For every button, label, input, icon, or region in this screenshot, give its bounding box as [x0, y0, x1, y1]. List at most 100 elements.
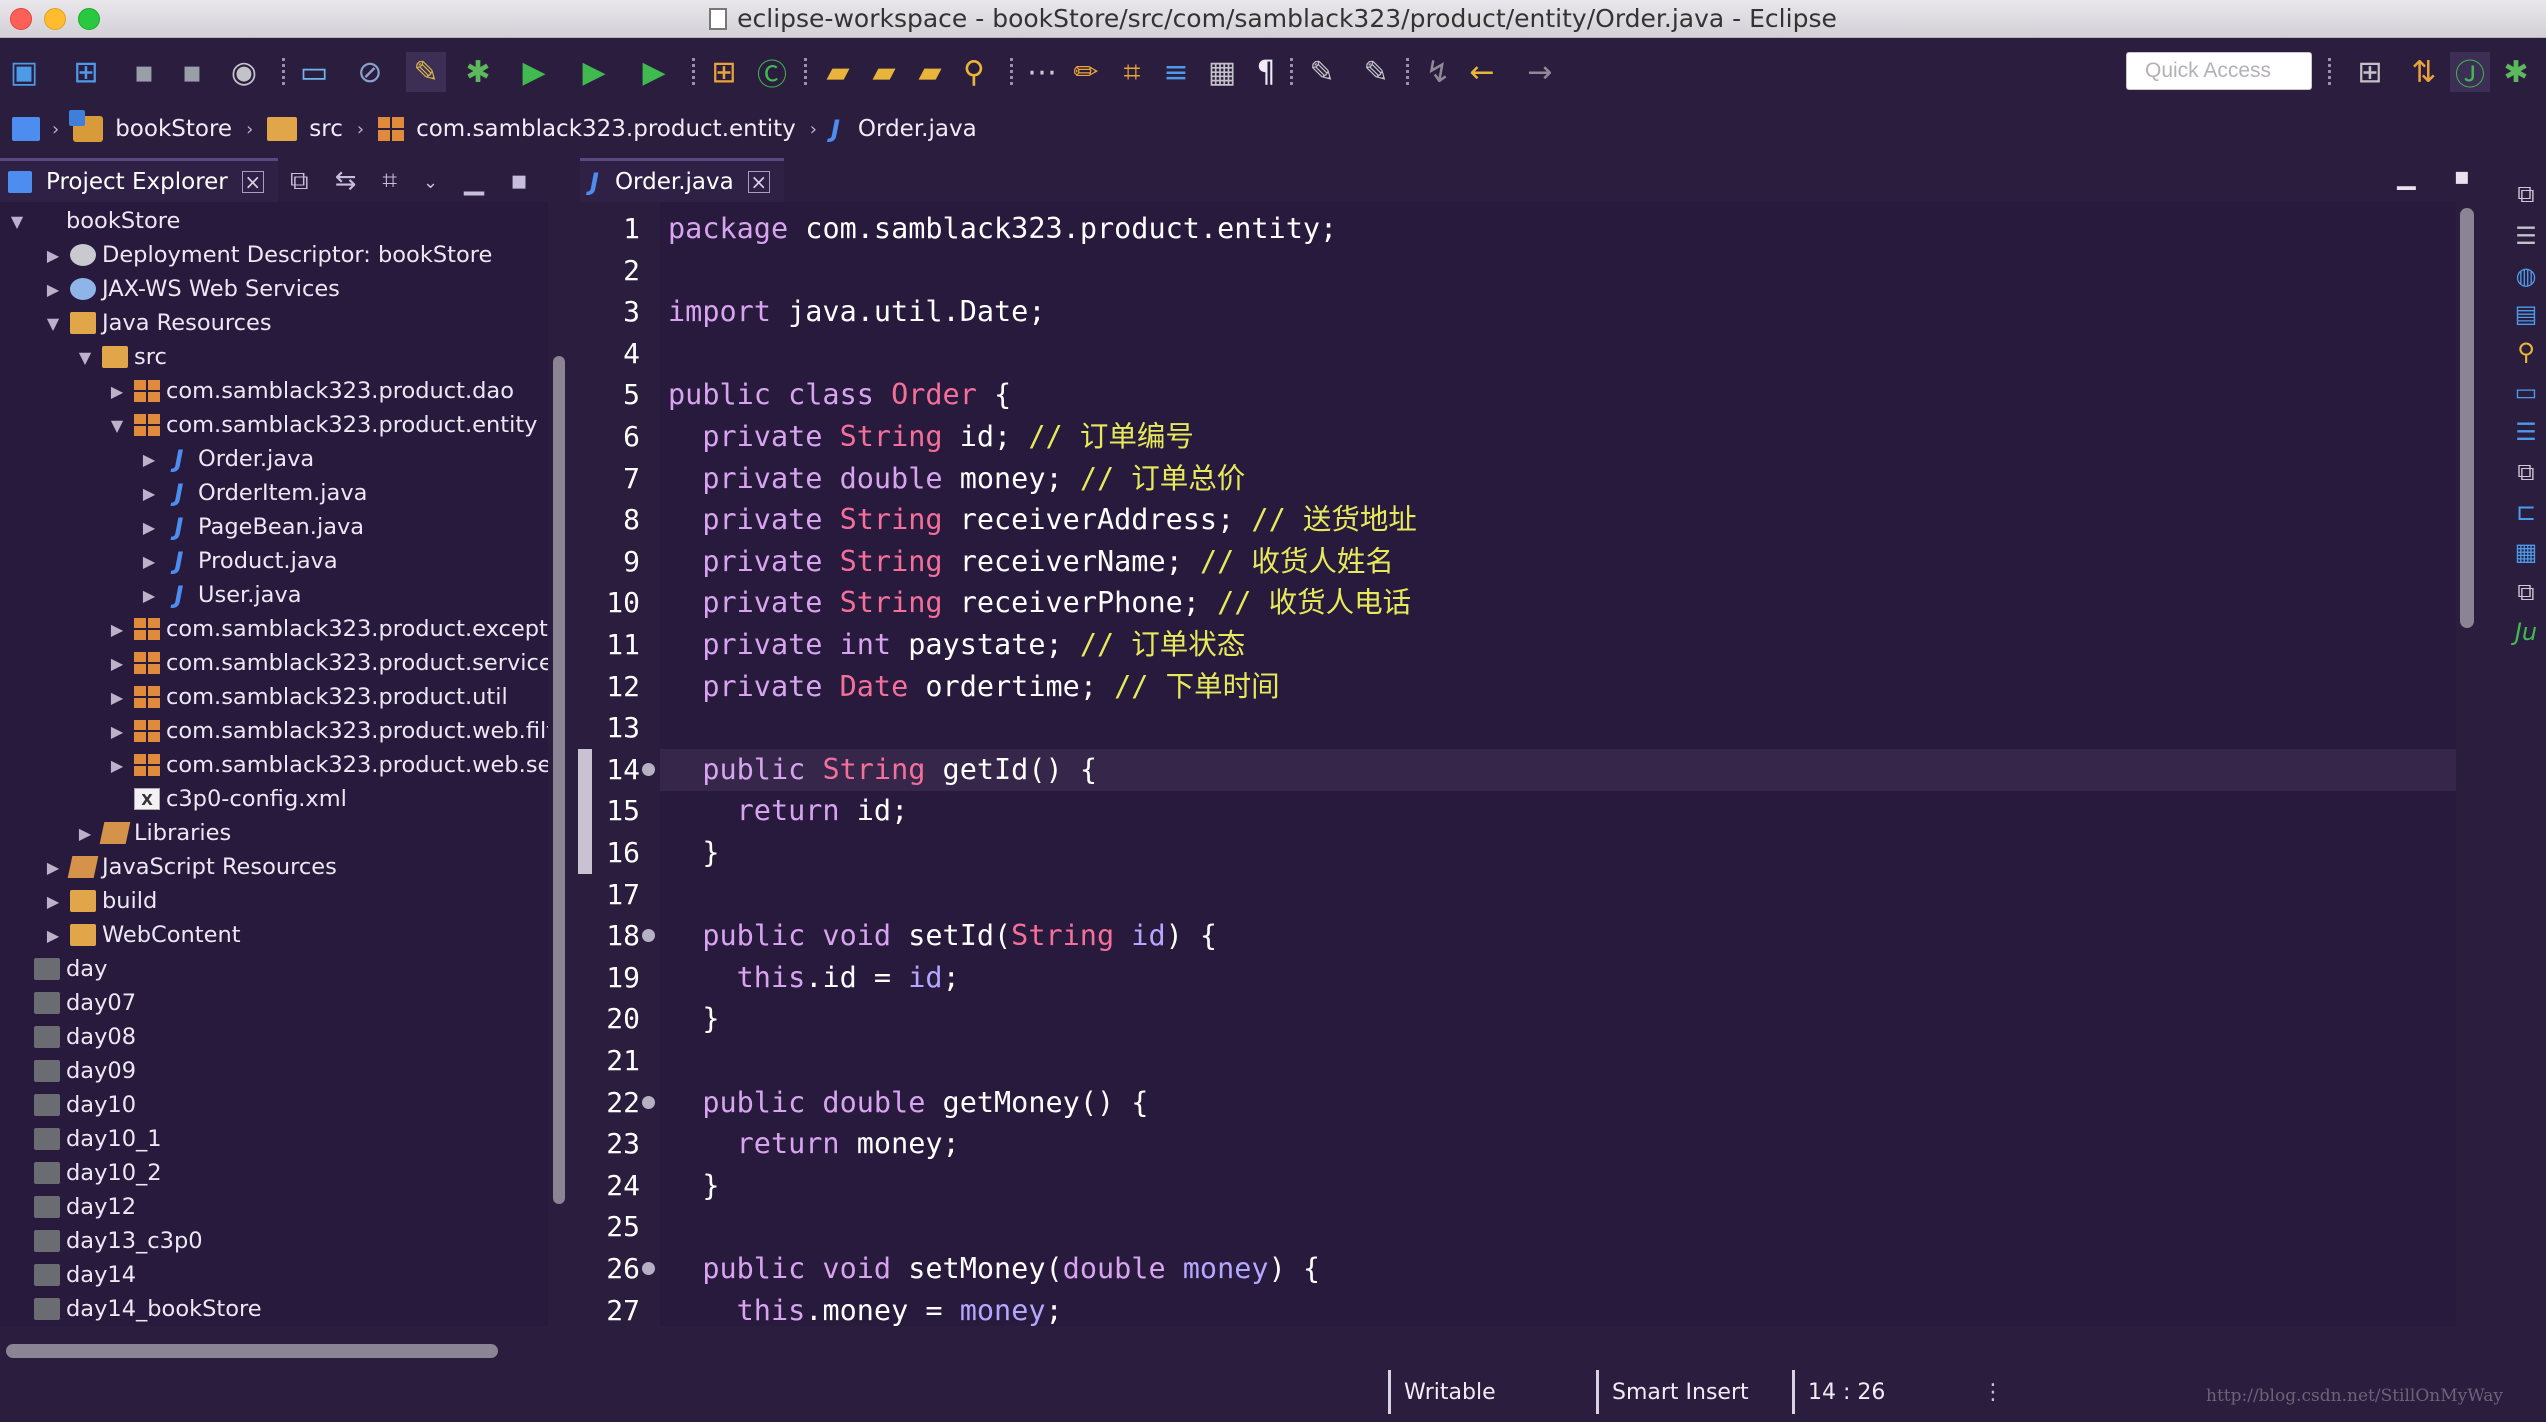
collapsed-arrow-icon[interactable]: ▶ [108, 688, 126, 707]
status-menu-icon[interactable]: ⋮ [1982, 1378, 2004, 1408]
collapsed-arrow-icon[interactable]: ▶ [140, 484, 158, 503]
show-whitespace-icon[interactable]: ¶ [1246, 52, 1286, 92]
tree-item[interactable]: ▶ build [44, 884, 157, 918]
expanded-arrow-icon[interactable]: ▼ [108, 416, 126, 435]
code-line[interactable]: public String getId() { [660, 748, 2456, 791]
code-line[interactable]: private String receiverPhone; // 收货人电话 [660, 582, 2456, 624]
outline-icon[interactable]: ☰ [2512, 222, 2540, 250]
collapsed-arrow-icon[interactable]: ▶ [140, 552, 158, 571]
code-line[interactable]: public class Order { [660, 374, 2456, 416]
restore-icon[interactable]: ⧉ [2512, 180, 2540, 208]
code-line[interactable]: package com.samblack323.product.entity; [660, 208, 2456, 250]
tree-item[interactable]: ▶ com.samblack323.product.web.filte [108, 714, 548, 748]
tree-item[interactable]: day10 [12, 1088, 136, 1122]
run-icon[interactable]: ▶ [514, 52, 554, 92]
expanded-arrow-icon[interactable]: ▼ [44, 314, 62, 333]
junit-icon[interactable]: Ju [2512, 618, 2540, 646]
problems-icon[interactable]: ▤ [2512, 300, 2540, 328]
collapsed-arrow-icon[interactable]: ▶ [44, 858, 62, 877]
code-line[interactable] [660, 250, 2456, 292]
tree-item[interactable]: ▼ bookStore [8, 204, 180, 238]
next-edit-icon[interactable]: ↯ [1418, 52, 1458, 92]
breadcrumb-item-src[interactable]: src [267, 116, 343, 142]
tree-item[interactable]: ▶ J Product.java [140, 544, 338, 578]
profile-icon[interactable]: ◉ [224, 52, 264, 92]
code-line[interactable]: return money; [660, 1123, 2456, 1165]
collapsed-arrow-icon[interactable]: ▶ [44, 892, 62, 911]
close-icon[interactable]: × [747, 170, 770, 193]
code-line[interactable] [660, 1206, 2456, 1248]
code-line[interactable] [660, 333, 2456, 375]
tree-item[interactable]: ▶ J PageBean.java [140, 510, 364, 544]
tree-item[interactable]: ▶ Deployment Descriptor: bookStore [44, 238, 492, 272]
tree-item[interactable]: ▶ Libraries [76, 816, 231, 850]
code-line[interactable]: import java.util.Date; [660, 291, 2456, 333]
editor-hscroll[interactable] [578, 1326, 2478, 1362]
save-icon[interactable]: ▪ [124, 52, 164, 92]
code-line[interactable]: public void setId(String id) { [660, 915, 2456, 957]
tree-item[interactable]: day10_1 [12, 1122, 162, 1156]
tree-item[interactable]: ▶ com.samblack323.product.web.serv [108, 748, 548, 782]
tree-item[interactable]: ▶ com.samblack323.product.service [108, 646, 548, 680]
link-with-editor-icon[interactable]: ⇆ [335, 166, 357, 197]
minimize-editor-icon[interactable]: ▁ [2397, 162, 2415, 190]
task-list-icon[interactable]: ◍ [2512, 262, 2540, 290]
code-line[interactable]: private String receiverAddress; // 送货地址 [660, 499, 2456, 541]
java-perspective-icon[interactable]: Ⓙ [2450, 52, 2490, 93]
collapsed-arrow-icon[interactable]: ▶ [44, 246, 62, 265]
tree-item[interactable]: ▼ src [76, 340, 167, 374]
tree-item[interactable]: ▶ WebContent [44, 918, 241, 952]
tree-item[interactable]: day [12, 952, 107, 986]
skip-breakpoints-icon[interactable]: ⊘ [350, 52, 390, 92]
code-line[interactable] [660, 1040, 2456, 1082]
view-menu-icon[interactable]: ⌄ [423, 166, 438, 197]
debug-perspective-icon[interactable]: ✱ [2496, 52, 2536, 92]
collapse-all-icon[interactable]: ⧉ [290, 166, 309, 197]
fold-toggle-icon[interactable] [642, 1095, 655, 1109]
tree-item[interactable]: day08 [12, 1020, 136, 1054]
tree-item[interactable]: ▼ com.samblack323.product.entity [108, 408, 538, 442]
tree-item[interactable]: day14 [12, 1258, 136, 1292]
breadcrumb-root-icon[interactable] [12, 117, 40, 141]
collapsed-arrow-icon[interactable]: ▶ [44, 280, 62, 299]
tree-item[interactable]: day14_bookStore [12, 1292, 262, 1326]
minimize-view-icon[interactable]: ▁ [464, 166, 484, 197]
tree-item[interactable]: ▶ JavaScript Resources [44, 850, 337, 884]
project-tree-hscroll-thumb[interactable] [6, 1344, 498, 1358]
tree-item[interactable]: day07 [12, 986, 136, 1020]
code-line[interactable]: } [660, 832, 2456, 874]
fold-toggle-icon[interactable] [642, 762, 655, 776]
navigator-icon[interactable]: ▦ [2512, 538, 2540, 566]
coverage-icon[interactable]: ▶ [574, 52, 614, 92]
new-java-class-icon[interactable]: Ⓒ [752, 52, 792, 93]
fold-toggle-icon[interactable] [642, 929, 655, 943]
tree-item[interactable]: ▼ Java Resources [44, 306, 272, 340]
code-line[interactable]: private String receiverName; // 收货人姓名 [660, 541, 2456, 583]
toggle-selection-icon[interactable]: ⌗ [1112, 52, 1152, 92]
code-line[interactable]: private double money; // 订单总价 [660, 458, 2456, 500]
editor-vscroll-thumb[interactable] [2460, 208, 2474, 628]
edit-icon[interactable]: ✏ [1066, 52, 1106, 92]
expanded-arrow-icon[interactable]: ▼ [8, 212, 26, 231]
collapsed-arrow-icon[interactable]: ▶ [108, 620, 126, 639]
code-line[interactable]: this.id = id; [660, 957, 2456, 999]
code-line[interactable] [660, 874, 2456, 916]
tree-item[interactable]: Xc3p0-config.xml [108, 782, 347, 816]
focus-icon[interactable]: ⌗ [382, 166, 397, 197]
forward-icon[interactable]: → [1520, 52, 1560, 92]
run-external-icon[interactable]: ▶ [634, 52, 674, 92]
collapsed-arrow-icon[interactable]: ▶ [108, 756, 126, 775]
collapsed-arrow-icon[interactable]: ▶ [140, 518, 158, 537]
fold-toggle-icon[interactable] [642, 1262, 655, 1275]
breadcrumb-item-file[interactable]: J Order.java [831, 115, 977, 143]
open-resource-icon[interactable]: ▰ [910, 52, 950, 92]
tree-item[interactable]: ▶ com.samblack323.product.util [108, 680, 508, 714]
tree-item[interactable]: day09 [12, 1054, 136, 1088]
save-all-icon[interactable]: ▪ [172, 52, 212, 92]
new-java-package-icon[interactable]: ⊞ [704, 52, 744, 92]
code-line[interactable]: public void setMoney(double money) { [660, 1248, 2456, 1290]
open-type-icon[interactable]: ▰ [818, 52, 858, 92]
code-area[interactable]: package com.samblack323.product.entity; i… [660, 202, 2456, 1326]
maximize-view-icon[interactable]: ▪ [510, 166, 528, 197]
open-perspective-icon[interactable]: ⊞ [2350, 52, 2390, 92]
